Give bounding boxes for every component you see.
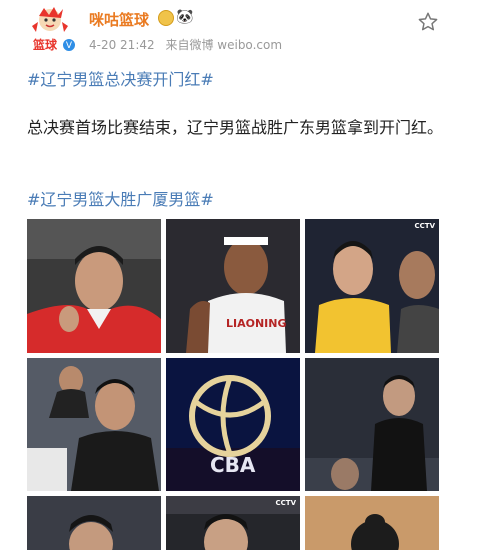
player-portrait-photo[interactable]: CCTV bbox=[166, 496, 300, 550]
coach-black-suit-photo[interactable] bbox=[305, 358, 439, 491]
avatar-mascot-icon bbox=[32, 7, 68, 32]
tv-watermark: CCTV bbox=[275, 499, 296, 507]
verified-badge-icon: V bbox=[62, 38, 76, 52]
hashtag-link[interactable]: #辽宁男篮大胜广厦男篮# bbox=[27, 186, 214, 210]
jersey-text: LIAONING bbox=[226, 317, 287, 330]
cba-logo-image[interactable]: CBA bbox=[166, 358, 300, 491]
medal-icon bbox=[158, 10, 174, 26]
coach-celebrating-photo[interactable] bbox=[27, 358, 161, 491]
cba-logo-text: CBA bbox=[210, 453, 256, 477]
favorite-star-icon[interactable] bbox=[417, 11, 439, 33]
post-meta: 4-20 21:42 来自微博 weibo.com bbox=[89, 36, 289, 53]
image-grid: LIAONING CCTV CBA CCTV bbox=[27, 219, 439, 550]
post-date: 4-20 21:42 bbox=[89, 38, 155, 52]
weibo-post: 篮球 V 咪咕篮球 🐼 4-20 21:42 来自微博 weibo.com #辽… bbox=[0, 0, 489, 550]
player-back-view-photo[interactable] bbox=[305, 496, 439, 550]
post-text: 总决赛首场比赛结束，辽宁男篮战胜广东男篮拿到开门红。 bbox=[27, 118, 444, 137]
tv-watermark: CCTV bbox=[414, 222, 435, 230]
yellow-jersey-player-photo[interactable]: CCTV bbox=[305, 219, 439, 353]
avatar[interactable]: 篮球 V bbox=[24, 6, 76, 54]
post-source[interactable]: 来自微博 weibo.com bbox=[165, 38, 282, 52]
player-redshirt-photo[interactable] bbox=[27, 219, 161, 353]
liaoning-player-white-jersey-photo[interactable]: LIAONING bbox=[166, 219, 300, 353]
author-name[interactable]: 咪咕篮球 bbox=[89, 9, 149, 30]
player-closeup-photo[interactable] bbox=[27, 496, 161, 550]
avatar-logo-text: 篮球 bbox=[33, 38, 58, 52]
hashtag-link[interactable]: #辽宁男篮总决赛开门红# bbox=[27, 66, 214, 90]
panda-icon: 🐼 bbox=[176, 9, 194, 25]
